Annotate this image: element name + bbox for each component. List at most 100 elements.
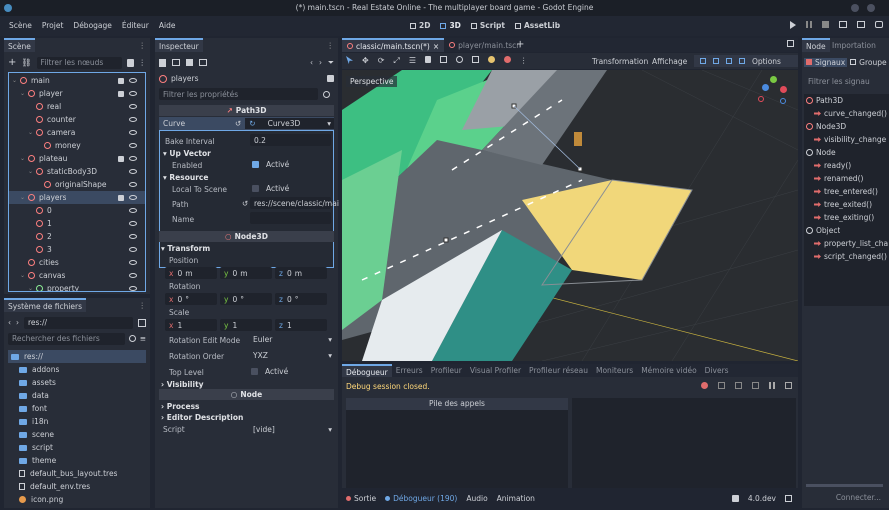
- bottom-tab-0[interactable]: Débogueur: [342, 364, 392, 377]
- resource-path-field[interactable]: res://scene/classic/mai: [250, 197, 339, 209]
- scene-tab-1[interactable]: player/main.tscn: [444, 38, 526, 52]
- enabled-checkbox[interactable]: Activé: [252, 160, 289, 169]
- tab-scene[interactable]: Scène: [4, 38, 35, 52]
- fs-item-theme[interactable]: theme: [8, 454, 146, 467]
- menu-3[interactable]: Éditeur: [117, 21, 154, 30]
- scene-node-0[interactable]: 0: [9, 204, 145, 217]
- movie-icon[interactable]: [875, 21, 883, 28]
- view-menu[interactable]: Affichage: [652, 57, 687, 66]
- load-resource-icon[interactable]: [172, 59, 180, 66]
- visibility-icon[interactable]: [129, 143, 137, 148]
- signal-item[interactable]: ready(): [804, 159, 889, 172]
- rot-z-field[interactable]: z 0 °: [275, 293, 327, 305]
- scale-tool-icon[interactable]: ⤢: [393, 56, 399, 66]
- visibility-icon[interactable]: [129, 169, 137, 174]
- local-to-scene-checkbox[interactable]: Activé: [252, 184, 289, 193]
- add-tab-icon[interactable]: +: [516, 39, 524, 50]
- revert-icon[interactable]: ↺: [242, 199, 248, 208]
- scene-node-main[interactable]: ⌄ main: [9, 74, 145, 87]
- fs-item-data[interactable]: data: [8, 389, 146, 402]
- group-icon[interactable]: [439, 56, 447, 63]
- script-field[interactable]: [vide] ▾: [249, 423, 334, 435]
- rotate-tool-icon[interactable]: ⟳: [378, 56, 385, 66]
- signals-toggle[interactable]: Signaux: [804, 57, 848, 67]
- visibility-icon[interactable]: [129, 260, 137, 265]
- visibility-icon[interactable]: [129, 286, 137, 291]
- workspace-3d[interactable]: 3D: [440, 21, 461, 30]
- lock-icon[interactable]: [118, 90, 124, 97]
- continue-icon[interactable]: [785, 382, 792, 389]
- minimize-button[interactable]: [851, 4, 859, 12]
- top-level-checkbox[interactable]: Activé: [251, 367, 288, 376]
- transform-group[interactable]: ▾ Transform: [161, 244, 210, 253]
- rot-y-field[interactable]: y 0 °: [220, 293, 272, 305]
- tab-import[interactable]: Importation: [828, 38, 880, 52]
- lock-icon[interactable]: [118, 77, 124, 84]
- fs-item-res---[interactable]: res://: [8, 350, 146, 363]
- pos-y-field[interactable]: y0m: [220, 267, 272, 279]
- copy-icon[interactable]: [718, 382, 725, 389]
- script-attach-icon[interactable]: [126, 58, 134, 67]
- resource-group[interactable]: ▾ Resource: [163, 173, 208, 182]
- visibility-icon[interactable]: [129, 156, 137, 161]
- visibility-icon[interactable]: [129, 195, 137, 200]
- resource-name-field[interactable]: [250, 212, 331, 224]
- local-space-icon[interactable]: [455, 56, 463, 63]
- lock-icon[interactable]: [118, 155, 124, 162]
- fs-item-default-env-tres[interactable]: default_env.tres: [8, 480, 146, 493]
- property-filter-input[interactable]: Filtrer les propriétés: [159, 88, 318, 100]
- add-node-icon[interactable]: +: [8, 57, 16, 68]
- fs-item-script[interactable]: script: [8, 441, 146, 454]
- break-icon[interactable]: [701, 382, 708, 389]
- view-gizmo[interactable]: [758, 76, 792, 106]
- scene-node-real[interactable]: real: [9, 100, 145, 113]
- visibility-icon[interactable]: [129, 221, 137, 226]
- pos-x-field[interactable]: x0m: [165, 267, 217, 279]
- close-button[interactable]: [867, 4, 875, 12]
- menu-1[interactable]: Projet: [37, 21, 69, 30]
- menu-4[interactable]: Aide: [154, 21, 181, 30]
- resource-menu-icon[interactable]: [199, 59, 207, 66]
- snap-icon[interactable]: [471, 56, 479, 63]
- scene-node-plateau[interactable]: ⌄ plateau: [9, 152, 145, 165]
- lock-icon[interactable]: [118, 194, 124, 201]
- bottom-tab-2[interactable]: Profileur: [427, 364, 466, 377]
- signal-class-node3d[interactable]: Node3D: [804, 120, 889, 133]
- tab-node[interactable]: Node: [802, 38, 830, 52]
- layout-icon[interactable]: [785, 494, 792, 502]
- signal-item[interactable]: tree_exited(): [804, 198, 889, 211]
- visibility-icon[interactable]: [129, 234, 137, 239]
- viewport-menu-icon[interactable]: ⋮: [520, 56, 528, 66]
- workspace-2d[interactable]: 2D: [410, 21, 430, 30]
- pause-icon[interactable]: [769, 382, 775, 389]
- signal-class-path3d[interactable]: Path3D: [804, 94, 889, 107]
- workspace-assetlib[interactable]: AssetLib: [514, 21, 560, 30]
- scene-node-property[interactable]: ⌄ property: [9, 282, 145, 291]
- split-view-icon[interactable]: [138, 318, 146, 327]
- tab-inspector[interactable]: Inspecteur: [155, 38, 203, 52]
- bottom-tab-1[interactable]: Erreurs: [392, 364, 427, 377]
- scene-node-money[interactable]: money: [9, 139, 145, 152]
- bottom-tab-6[interactable]: Mémoire vidéo: [637, 364, 700, 377]
- pause-icon[interactable]: [806, 21, 812, 28]
- scene-node-player[interactable]: ⌄ player: [9, 87, 145, 100]
- fs-item-default-bus-layout-tres[interactable]: default_bus_layout.tres: [8, 467, 146, 480]
- fs-item-icon-png[interactable]: icon.png: [8, 493, 146, 506]
- dock-menu-icon[interactable]: ⋮: [139, 41, 147, 50]
- visibility-icon[interactable]: [129, 104, 137, 109]
- history-icon[interactable]: ⏷: [328, 58, 334, 68]
- visibility-icon[interactable]: [129, 208, 137, 213]
- rotation-mode-select[interactable]: Euler ▾: [249, 333, 334, 345]
- list-select-icon[interactable]: ☰: [409, 56, 416, 66]
- bake-interval-field[interactable]: 0.2: [250, 134, 331, 146]
- debugger-tab[interactable]: Débogueur (190): [385, 494, 457, 503]
- file-search-input[interactable]: Rechercher des fichiers: [8, 332, 125, 345]
- signal-class-node[interactable]: Node: [804, 146, 889, 159]
- distraction-free-icon[interactable]: [787, 40, 794, 47]
- scene-node-cities[interactable]: cities: [9, 256, 145, 269]
- visibility-icon[interactable]: [129, 117, 137, 122]
- audio-tab[interactable]: Audio: [466, 494, 487, 503]
- history-forward-icon[interactable]: ›: [319, 58, 322, 67]
- scene-tab-0[interactable]: classic/main.tscn(*) ×: [342, 38, 445, 52]
- connect-button[interactable]: Connecter...: [804, 493, 889, 505]
